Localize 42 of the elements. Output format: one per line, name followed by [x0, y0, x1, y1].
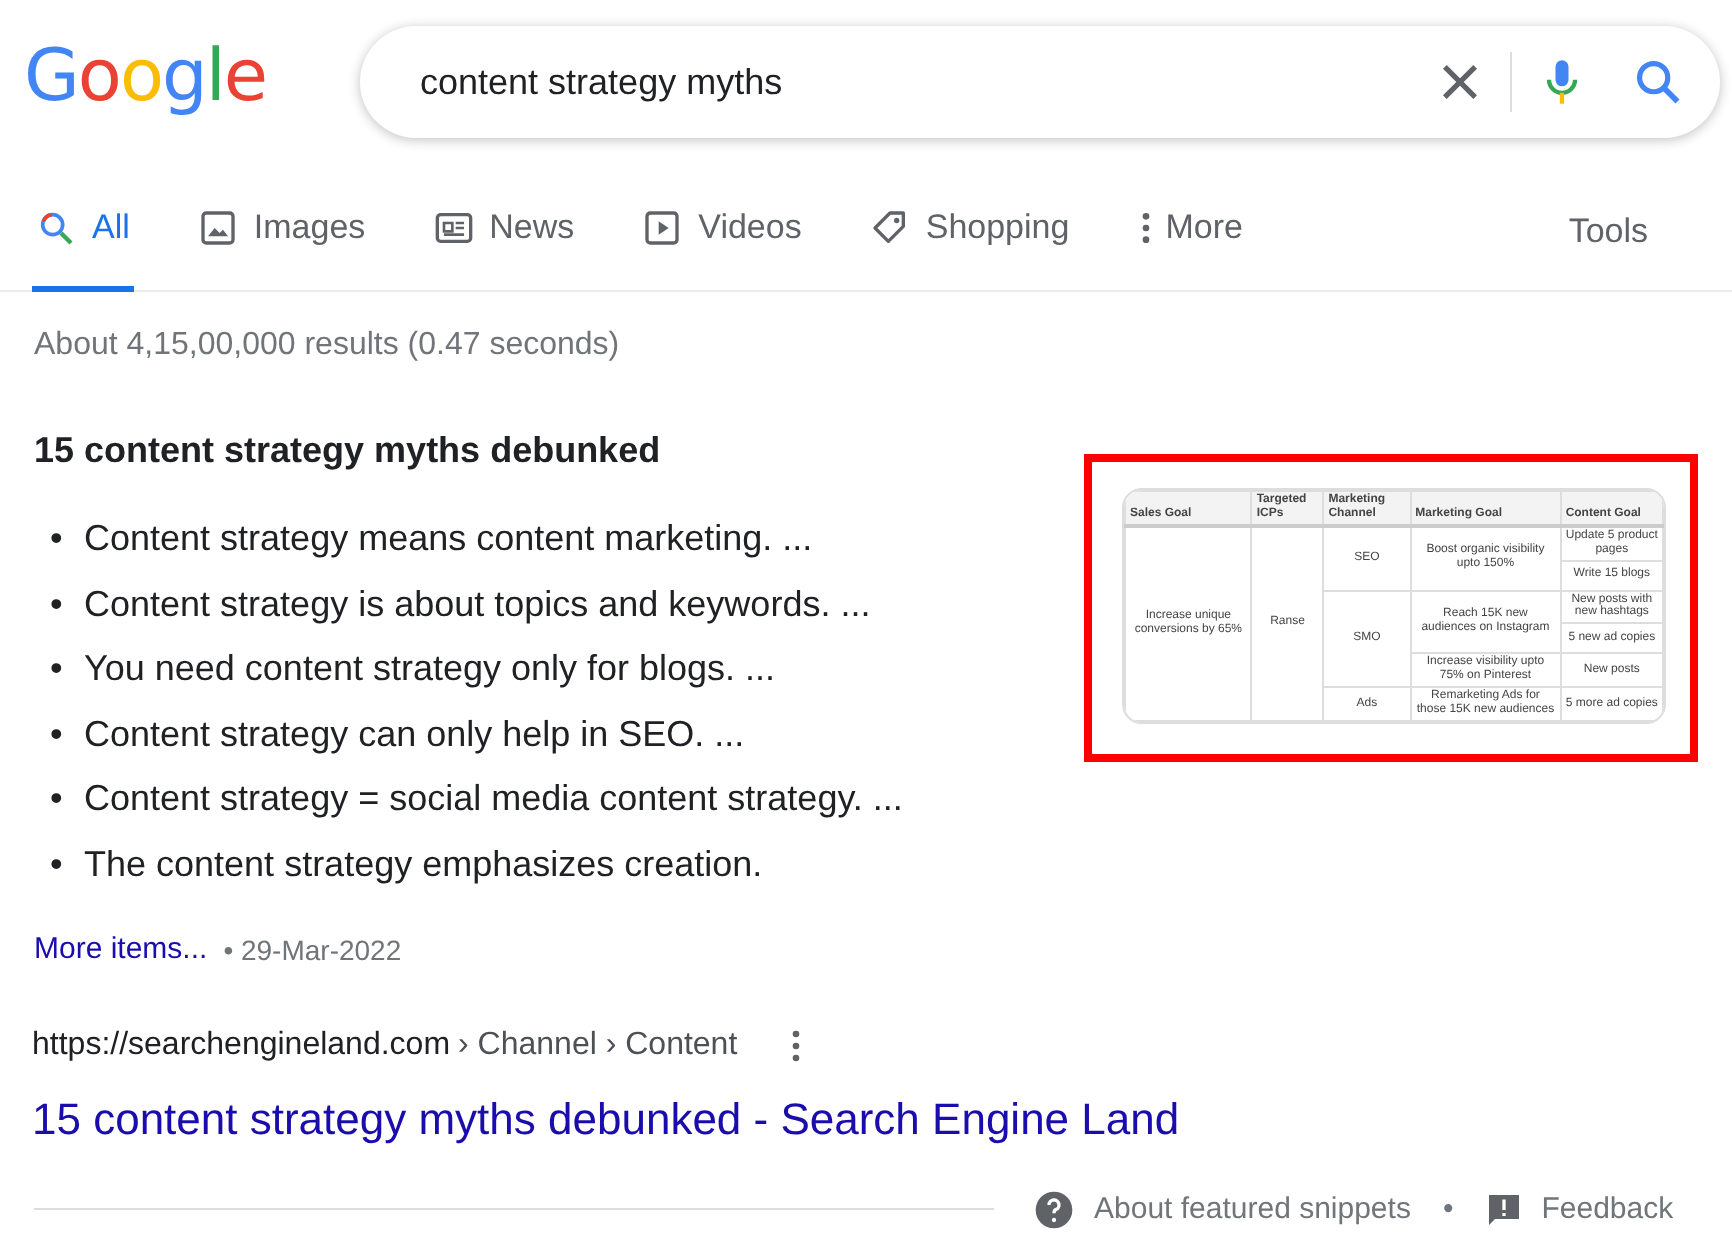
tab[interactable]: All	[32, 171, 134, 291]
bullet: •	[50, 516, 65, 562]
list-item: You need content strategy only for blogs. ...	[84, 646, 776, 692]
table-image[interactable]	[1122, 488, 1666, 724]
newspaper-icon	[433, 208, 474, 248]
list-item: The content strategy emphasizes creation.	[84, 841, 763, 888]
search-input[interactable]: content strategy myths	[416, 53, 1434, 111]
bullet: •	[50, 581, 65, 627]
bullet: •	[50, 646, 65, 692]
bullet: •	[50, 711, 65, 757]
snippet-title: 15 content strategy myths debunked	[34, 428, 663, 474]
more-items-link[interactable]: More items...	[34, 928, 208, 973]
result-title-link[interactable]: 15 content strategy myths debunked - Search Engine Land	[32, 1085, 1180, 1151]
more-icon	[1137, 208, 1154, 248]
list-item: Content strategy = social media content strategy. ...	[84, 776, 903, 822]
tab[interactable]: Shopping	[865, 171, 1074, 291]
feedback-link[interactable]: Feedback	[1541, 1187, 1674, 1232]
feedback-icon[interactable]	[1485, 1191, 1522, 1228]
about-snippets-link[interactable]: About featured snippets	[1094, 1187, 1411, 1232]
help-icon[interactable]	[1034, 1189, 1074, 1230]
more-options-icon[interactable]	[789, 1027, 802, 1063]
url-text: https://searchengineland.com	[32, 1025, 451, 1065]
list-item: Content strategy is about topics and keywords. ...	[84, 581, 871, 628]
list-item: Content strategy can only help in SEO. ...	[84, 711, 745, 758]
google-logo[interactable]: Google	[24, 42, 324, 114]
separator: •	[1442, 1189, 1454, 1229]
date-text: • 29-Mar-2022	[223, 931, 402, 970]
tag-icon	[869, 208, 910, 248]
image-icon	[197, 208, 238, 248]
bullet: •	[50, 841, 65, 887]
bullet: •	[50, 776, 65, 822]
search-icon	[36, 208, 76, 248]
breadcrumb: › Channel › Content	[458, 1025, 738, 1065]
tab[interactable]: News	[429, 171, 579, 291]
tools-button[interactable]: Tools	[1556, 203, 1660, 259]
play-icon	[642, 208, 683, 248]
tab[interactable]: Images	[193, 171, 370, 291]
tab[interactable]: Videos	[638, 171, 806, 291]
list-item: Content strategy means content marketing. ...	[84, 516, 813, 562]
tab[interactable]: More	[1133, 171, 1247, 291]
result-stats: About 4,15,00,000 results (0.47 seconds)	[32, 326, 622, 366]
search-icon[interactable]	[1632, 56, 1684, 108]
